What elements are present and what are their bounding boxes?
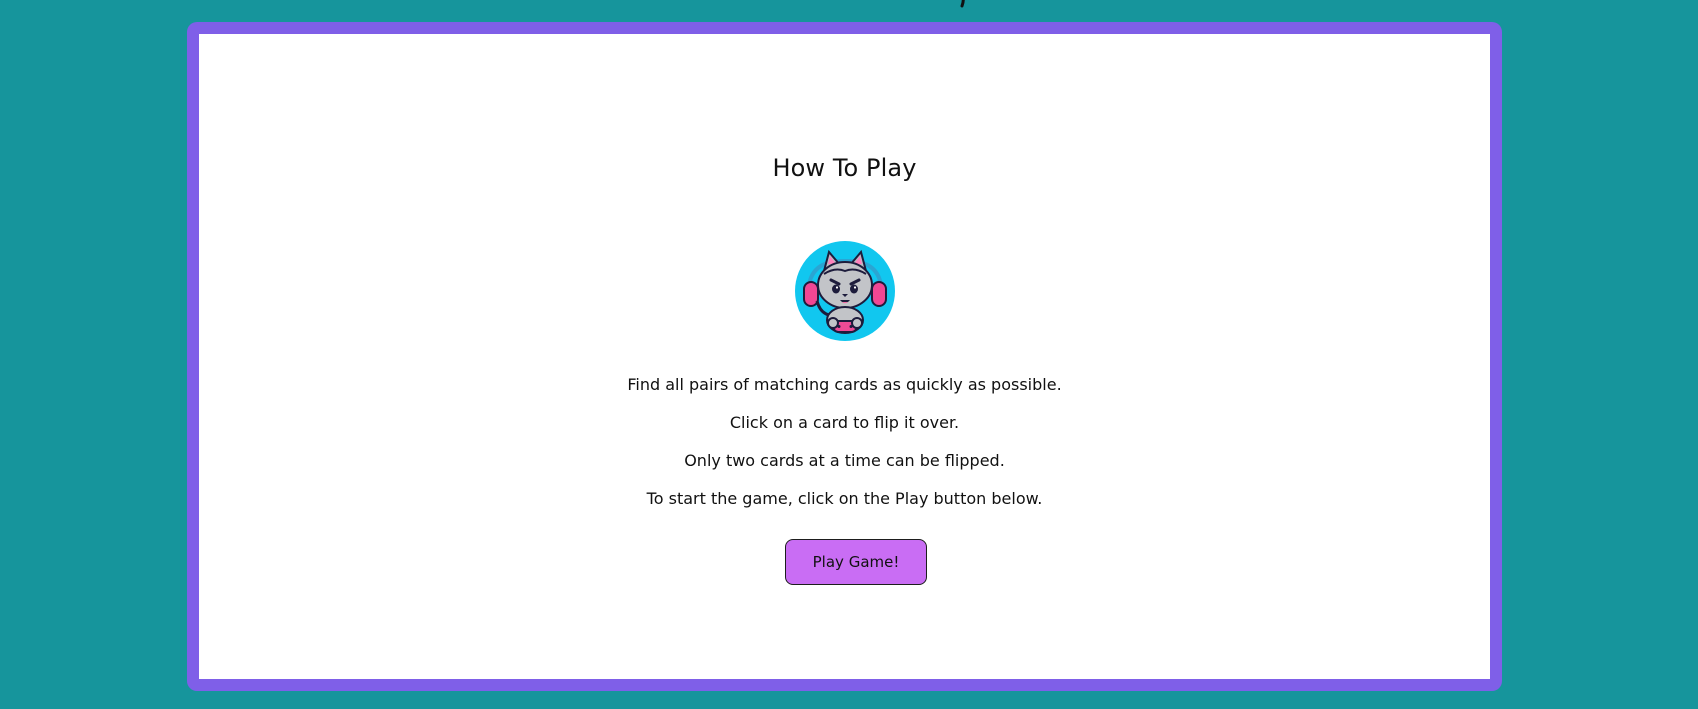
page-title: How To Play	[772, 154, 917, 182]
instructions-section: How To Play Find all pairs of matching c…	[199, 34, 1490, 679]
rule-text: Only two cards at a time can be flipped.	[684, 451, 1005, 470]
how-to-play-panel: How To Play Find all pairs of matching c…	[187, 22, 1502, 691]
play-game-button[interactable]: Play Game!	[785, 539, 927, 585]
cropped-heading-glyph	[960, 0, 965, 8]
rule-text: To start the game, click on the Play but…	[646, 489, 1043, 508]
rule-text: Find all pairs of matching cards as quic…	[627, 375, 1062, 394]
rule-text: Click on a card to flip it over.	[729, 413, 960, 432]
gamer-cat-icon	[794, 240, 896, 342]
